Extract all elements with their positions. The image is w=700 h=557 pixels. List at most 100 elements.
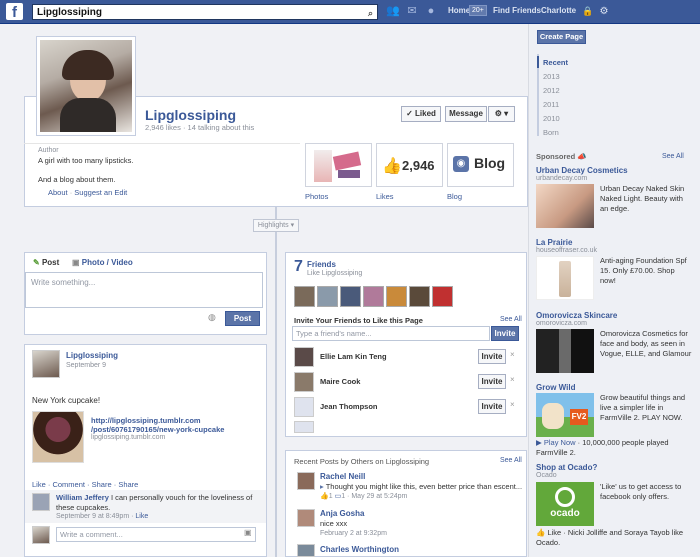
comment-like-link[interactable]: Like [135, 513, 148, 520]
ad-title[interactable]: Shop at Ocado? [536, 463, 597, 472]
timeline-year[interactable]: 2012 [543, 86, 560, 95]
invite-friend-button[interactable]: Invite [478, 399, 506, 414]
ad-image[interactable]: ocado [536, 482, 594, 526]
share-action[interactable]: Share [92, 480, 112, 489]
page-title[interactable]: Lipglossiping [145, 107, 236, 123]
timeline-born[interactable]: Born [543, 128, 559, 137]
message-button[interactable]: Message [445, 106, 487, 122]
likes-app-label[interactable]: Likes [376, 192, 394, 201]
sponsored-see-all[interactable]: See All [662, 153, 684, 160]
invite-search-button[interactable]: Invite [491, 326, 519, 341]
link-url-line-2[interactable]: /post/60761790165/new-york-cupcake [91, 425, 224, 434]
link-thumbnail[interactable] [32, 411, 84, 463]
recent-posts-see-all[interactable]: See All [500, 457, 522, 464]
composer-tab-post[interactable]: ✎ Post [33, 258, 59, 267]
about-line-2: And a blog about them. [38, 175, 116, 184]
recent-post-avatar[interactable] [297, 544, 315, 557]
invite-title: Invite Your Friends to Like this Page [294, 316, 423, 325]
ad-title[interactable]: La Prairie [536, 238, 572, 247]
friend-thumb[interactable] [432, 286, 453, 307]
invite-friend-button[interactable]: Invite [478, 349, 506, 364]
highlights-dropdown[interactable]: Highlights ▾ [253, 219, 299, 232]
friends-count[interactable]: 7 [294, 258, 303, 276]
timeline-year[interactable]: 2011 [543, 100, 559, 109]
friend-thumb[interactable] [363, 286, 384, 307]
remove-suggestion-icon[interactable]: × [510, 375, 515, 384]
ad-title[interactable]: Omorovicza Skincare [536, 311, 617, 320]
likes-app-thumb[interactable]: 👍 2,946 [376, 143, 443, 187]
blog-app-thumb[interactable]: ◉ Blog [447, 143, 514, 187]
create-page-button[interactable]: Create Page [537, 30, 586, 44]
notifications-icon[interactable]: ● [424, 5, 438, 18]
comment-author[interactable]: William Jeffery [56, 493, 109, 502]
friend-thumb[interactable] [317, 286, 338, 307]
post-button[interactable]: Post [225, 311, 260, 326]
post-author[interactable]: Lipglossiping [66, 351, 118, 360]
friend-thumb[interactable] [409, 286, 430, 307]
ad-image[interactable] [536, 329, 594, 373]
timeline-recent[interactable]: Recent [543, 58, 568, 67]
audience-globe-icon[interactable]: ◍ [208, 312, 216, 323]
comment-input[interactable]: Write a comment... [56, 527, 256, 542]
like-action[interactable]: Like [32, 480, 46, 489]
ad-image[interactable] [536, 184, 594, 228]
recent-post-avatar[interactable] [297, 472, 315, 490]
play-now-link[interactable]: Play Now [544, 438, 576, 447]
recent-post-date[interactable]: May 29 at 5:24pm [351, 493, 407, 500]
link-url-line-1[interactable]: http://lipglossiping.tumblr.com [91, 416, 201, 425]
post-author-avatar[interactable] [32, 350, 60, 378]
photos-app-thumb[interactable] [305, 143, 372, 187]
invite-search-input[interactable]: Type a friend's name... [292, 326, 490, 341]
share-count-action[interactable]: Share [118, 480, 138, 489]
timeline-year[interactable]: 2013 [543, 72, 560, 81]
ad-text: Grow beautiful things and live a simpler… [600, 393, 686, 422]
messages-icon[interactable]: ✉ [405, 5, 419, 18]
blog-app-label[interactable]: Blog [447, 192, 462, 201]
composer-input[interactable]: Write something... [25, 272, 263, 308]
remove-suggestion-icon[interactable]: × [510, 400, 515, 409]
ad-image[interactable]: FV2 [536, 393, 594, 437]
settings-gear-icon[interactable]: ⚙ [597, 5, 611, 18]
friend-thumb[interactable] [386, 286, 407, 307]
search-icon[interactable]: ⌕ [368, 7, 373, 20]
ad-title[interactable]: Urban Decay Cosmetics [536, 166, 628, 175]
commenter-avatar[interactable] [32, 493, 50, 511]
comment-time[interactable]: September 9 at 8:49pm [56, 513, 129, 520]
profile-picture[interactable] [36, 36, 136, 136]
composer-tab-photo[interactable]: ▣ Photo / Video [72, 258, 133, 267]
camera-attach-icon[interactable]: ▣ [244, 528, 252, 537]
remove-suggestion-icon[interactable]: × [510, 350, 515, 359]
invite-see-all[interactable]: See All [500, 316, 522, 323]
post-date[interactable]: September 9 [66, 362, 106, 369]
recent-post-avatar[interactable] [297, 509, 315, 527]
suggest-edit-link[interactable]: Suggest an Edit [74, 188, 127, 197]
ad-like-meta-text[interactable]: Like · Nicki Jolliffe and Soraya Tayob l… [536, 528, 683, 547]
current-user-avatar [32, 526, 50, 544]
recent-post-date[interactable]: February 2 at 9:32pm [320, 530, 387, 537]
timeline-year[interactable]: 2010 [543, 114, 560, 123]
friend-thumb[interactable] [294, 286, 315, 307]
recent-post-author[interactable]: Charles Worthington [320, 545, 399, 554]
search-input[interactable]: Lipglossiping ⌕ [32, 4, 378, 20]
nav-home[interactable]: Home [448, 6, 470, 15]
privacy-icon[interactable]: 🔒 [581, 5, 595, 18]
facebook-logo[interactable]: f [6, 3, 23, 21]
page-stats: 2,946 likes · 14 talking about this [145, 123, 255, 132]
ad-title[interactable]: Grow Wild [536, 383, 575, 392]
ad-image[interactable] [536, 256, 594, 300]
invite-friend-avatar [294, 372, 314, 392]
nav-user[interactable]: Charlotte [541, 6, 576, 15]
recent-post-author[interactable]: Rachel Neill [320, 472, 365, 481]
comment-action[interactable]: Comment [52, 480, 85, 489]
friend-requests-icon[interactable]: 👥 [386, 5, 400, 18]
photos-app-label[interactable]: Photos [305, 192, 328, 201]
recent-post-author[interactable]: Anja Gosha [320, 509, 364, 518]
about-link[interactable]: About [48, 188, 68, 197]
friends-title[interactable]: Friends [307, 260, 336, 269]
page-gear-menu-button[interactable]: ⚙ ▾ [488, 106, 515, 122]
nav-find-friends[interactable]: Find Friends [493, 6, 541, 15]
ad-domain: Ocado [536, 472, 557, 479]
invite-friend-button[interactable]: Invite [478, 374, 506, 389]
friend-thumb[interactable] [340, 286, 361, 307]
liked-button[interactable]: ✓ Liked [401, 106, 441, 122]
